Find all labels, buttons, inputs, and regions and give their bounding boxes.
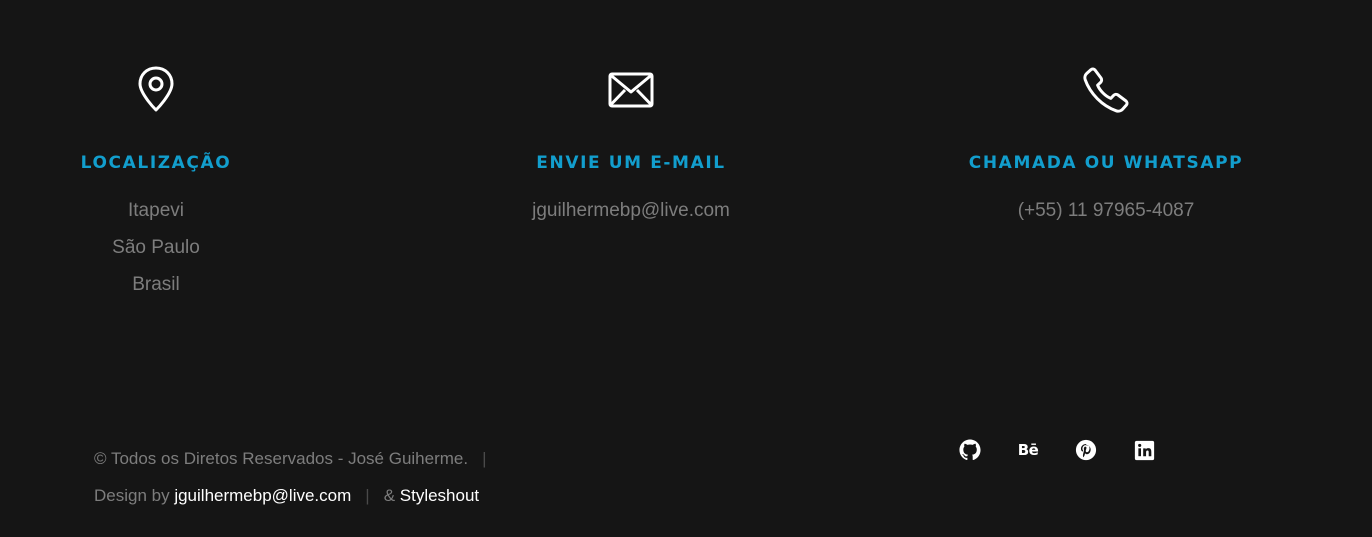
contact-email: ENVIE UM E-MAIL jguilhermebp@live.com bbox=[490, 60, 772, 229]
amp-text: & bbox=[383, 486, 400, 505]
github-link[interactable] bbox=[958, 438, 982, 462]
pinterest-link[interactable] bbox=[1074, 438, 1098, 462]
footer: LOCALIZAÇÃO Itapevi São Paulo Brasil ENV… bbox=[0, 0, 1372, 537]
phone-icon bbox=[1076, 60, 1136, 120]
email-title: ENVIE UM E-MAIL bbox=[536, 153, 726, 173]
email-lines: jguilhermebp@live.com bbox=[532, 192, 730, 229]
copyright: © Todos os Diretos Reservados - José Gui… bbox=[94, 440, 501, 514]
phone-number-link[interactable]: (+55) 11 97965-4087 bbox=[1018, 192, 1195, 229]
social-links: Bē bbox=[958, 438, 1190, 462]
location-lines: Itapevi São Paulo Brasil bbox=[112, 192, 200, 303]
location-title: LOCALIZAÇÃO bbox=[80, 153, 232, 173]
behance-icon: Bē bbox=[1017, 441, 1039, 459]
contact-phone: CHAMADA OU WHATSAPP (+55) 11 97965-4087 bbox=[956, 60, 1256, 229]
contact-location: LOCALIZAÇÃO Itapevi São Paulo Brasil bbox=[16, 60, 296, 303]
phone-lines: (+55) 11 97965-4087 bbox=[1018, 192, 1195, 229]
location-line: São Paulo bbox=[112, 237, 200, 258]
phone-title: CHAMADA OU WHATSAPP bbox=[968, 153, 1244, 173]
location-line: Brasil bbox=[132, 274, 180, 295]
linkedin-link[interactable] bbox=[1132, 438, 1156, 462]
styleshout-link[interactable]: Styleshout bbox=[400, 486, 479, 505]
design-prefix: Design by bbox=[94, 486, 175, 505]
design-email-link[interactable]: jguilhermebp@live.com bbox=[174, 486, 351, 505]
copyright-text: © Todos os Diretos Reservados - José Gui… bbox=[94, 449, 469, 468]
location-line: Itapevi bbox=[128, 200, 184, 221]
separator: | bbox=[365, 486, 370, 505]
design-row: Design by jguilhermebp@live.com | & Styles… bbox=[94, 477, 501, 514]
separator: | bbox=[482, 449, 487, 468]
pinterest-icon bbox=[1075, 439, 1097, 461]
behance-link[interactable]: Bē bbox=[1016, 438, 1040, 462]
github-icon bbox=[959, 439, 981, 461]
email-address-link[interactable]: jguilhermebp@live.com bbox=[532, 192, 730, 229]
linkedin-icon bbox=[1134, 440, 1154, 460]
copyright-row: © Todos os Diretos Reservados - José Gui… bbox=[94, 440, 501, 477]
map-pin-icon bbox=[126, 60, 186, 120]
envelope-icon bbox=[601, 60, 661, 120]
